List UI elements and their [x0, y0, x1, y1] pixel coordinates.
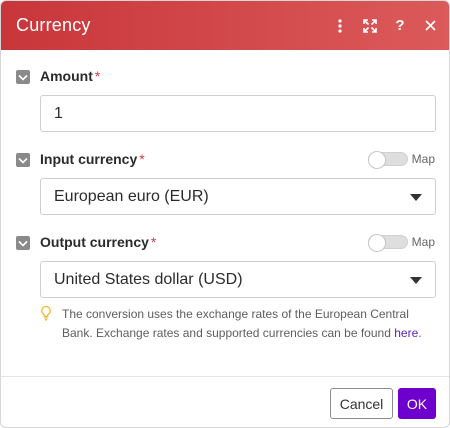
expand-icon[interactable] [355, 11, 385, 41]
map-switch[interactable] [367, 234, 408, 252]
required-marker: * [150, 234, 157, 250]
map-label: Map [411, 152, 435, 166]
info-hint: The conversion uses the exchange rates o… [40, 305, 436, 343]
amount-toggle-checkbox[interactable] [16, 70, 30, 84]
cancel-button[interactable]: Cancel [330, 388, 393, 419]
required-marker: * [139, 151, 145, 167]
input-currency-toggle-checkbox[interactable] [16, 153, 30, 167]
output-currency-select[interactable]: United States dollar (USD) [40, 261, 436, 298]
amount-label: Amount * [40, 68, 101, 84]
dropdown-caret-icon [410, 277, 422, 284]
input-currency-select[interactable]: European euro (EUR) [40, 178, 436, 215]
input-currency-label: Input currency * [40, 151, 145, 167]
amount-input[interactable]: 1 [40, 95, 436, 132]
dropdown-caret-icon [410, 194, 422, 201]
required-marker: * [94, 68, 101, 84]
output-currency-selected: United States dollar (USD) [54, 270, 243, 288]
lightbulb-icon [40, 305, 54, 343]
close-icon[interactable] [415, 11, 445, 41]
header-actions: ? [325, 1, 449, 50]
map-switch[interactable] [367, 151, 408, 169]
help-icon[interactable]: ? [385, 11, 415, 41]
exchange-rates-link[interactable]: here [394, 326, 418, 340]
ok-button[interactable]: OK [398, 388, 436, 419]
amount-input-value: 1 [54, 104, 63, 122]
output-currency-map-toggle[interactable]: Map [367, 234, 435, 252]
output-currency-label: Output currency * [40, 234, 157, 250]
more-vertical-icon[interactable] [325, 11, 355, 41]
dialog-title: Currency [16, 15, 91, 35]
map-label: Map [411, 235, 435, 249]
dialog-footer: Cancel OK [1, 376, 449, 427]
input-currency-map-toggle[interactable]: Map [367, 151, 435, 169]
currency-dialog: Currency ? Amount * 1 Input currency * M… [0, 0, 450, 428]
output-currency-toggle-checkbox[interactable] [16, 236, 30, 250]
hint-text: The conversion uses the exchange rates o… [62, 307, 422, 340]
dialog-header: Currency ? [1, 1, 449, 50]
input-currency-selected: European euro (EUR) [54, 187, 209, 205]
